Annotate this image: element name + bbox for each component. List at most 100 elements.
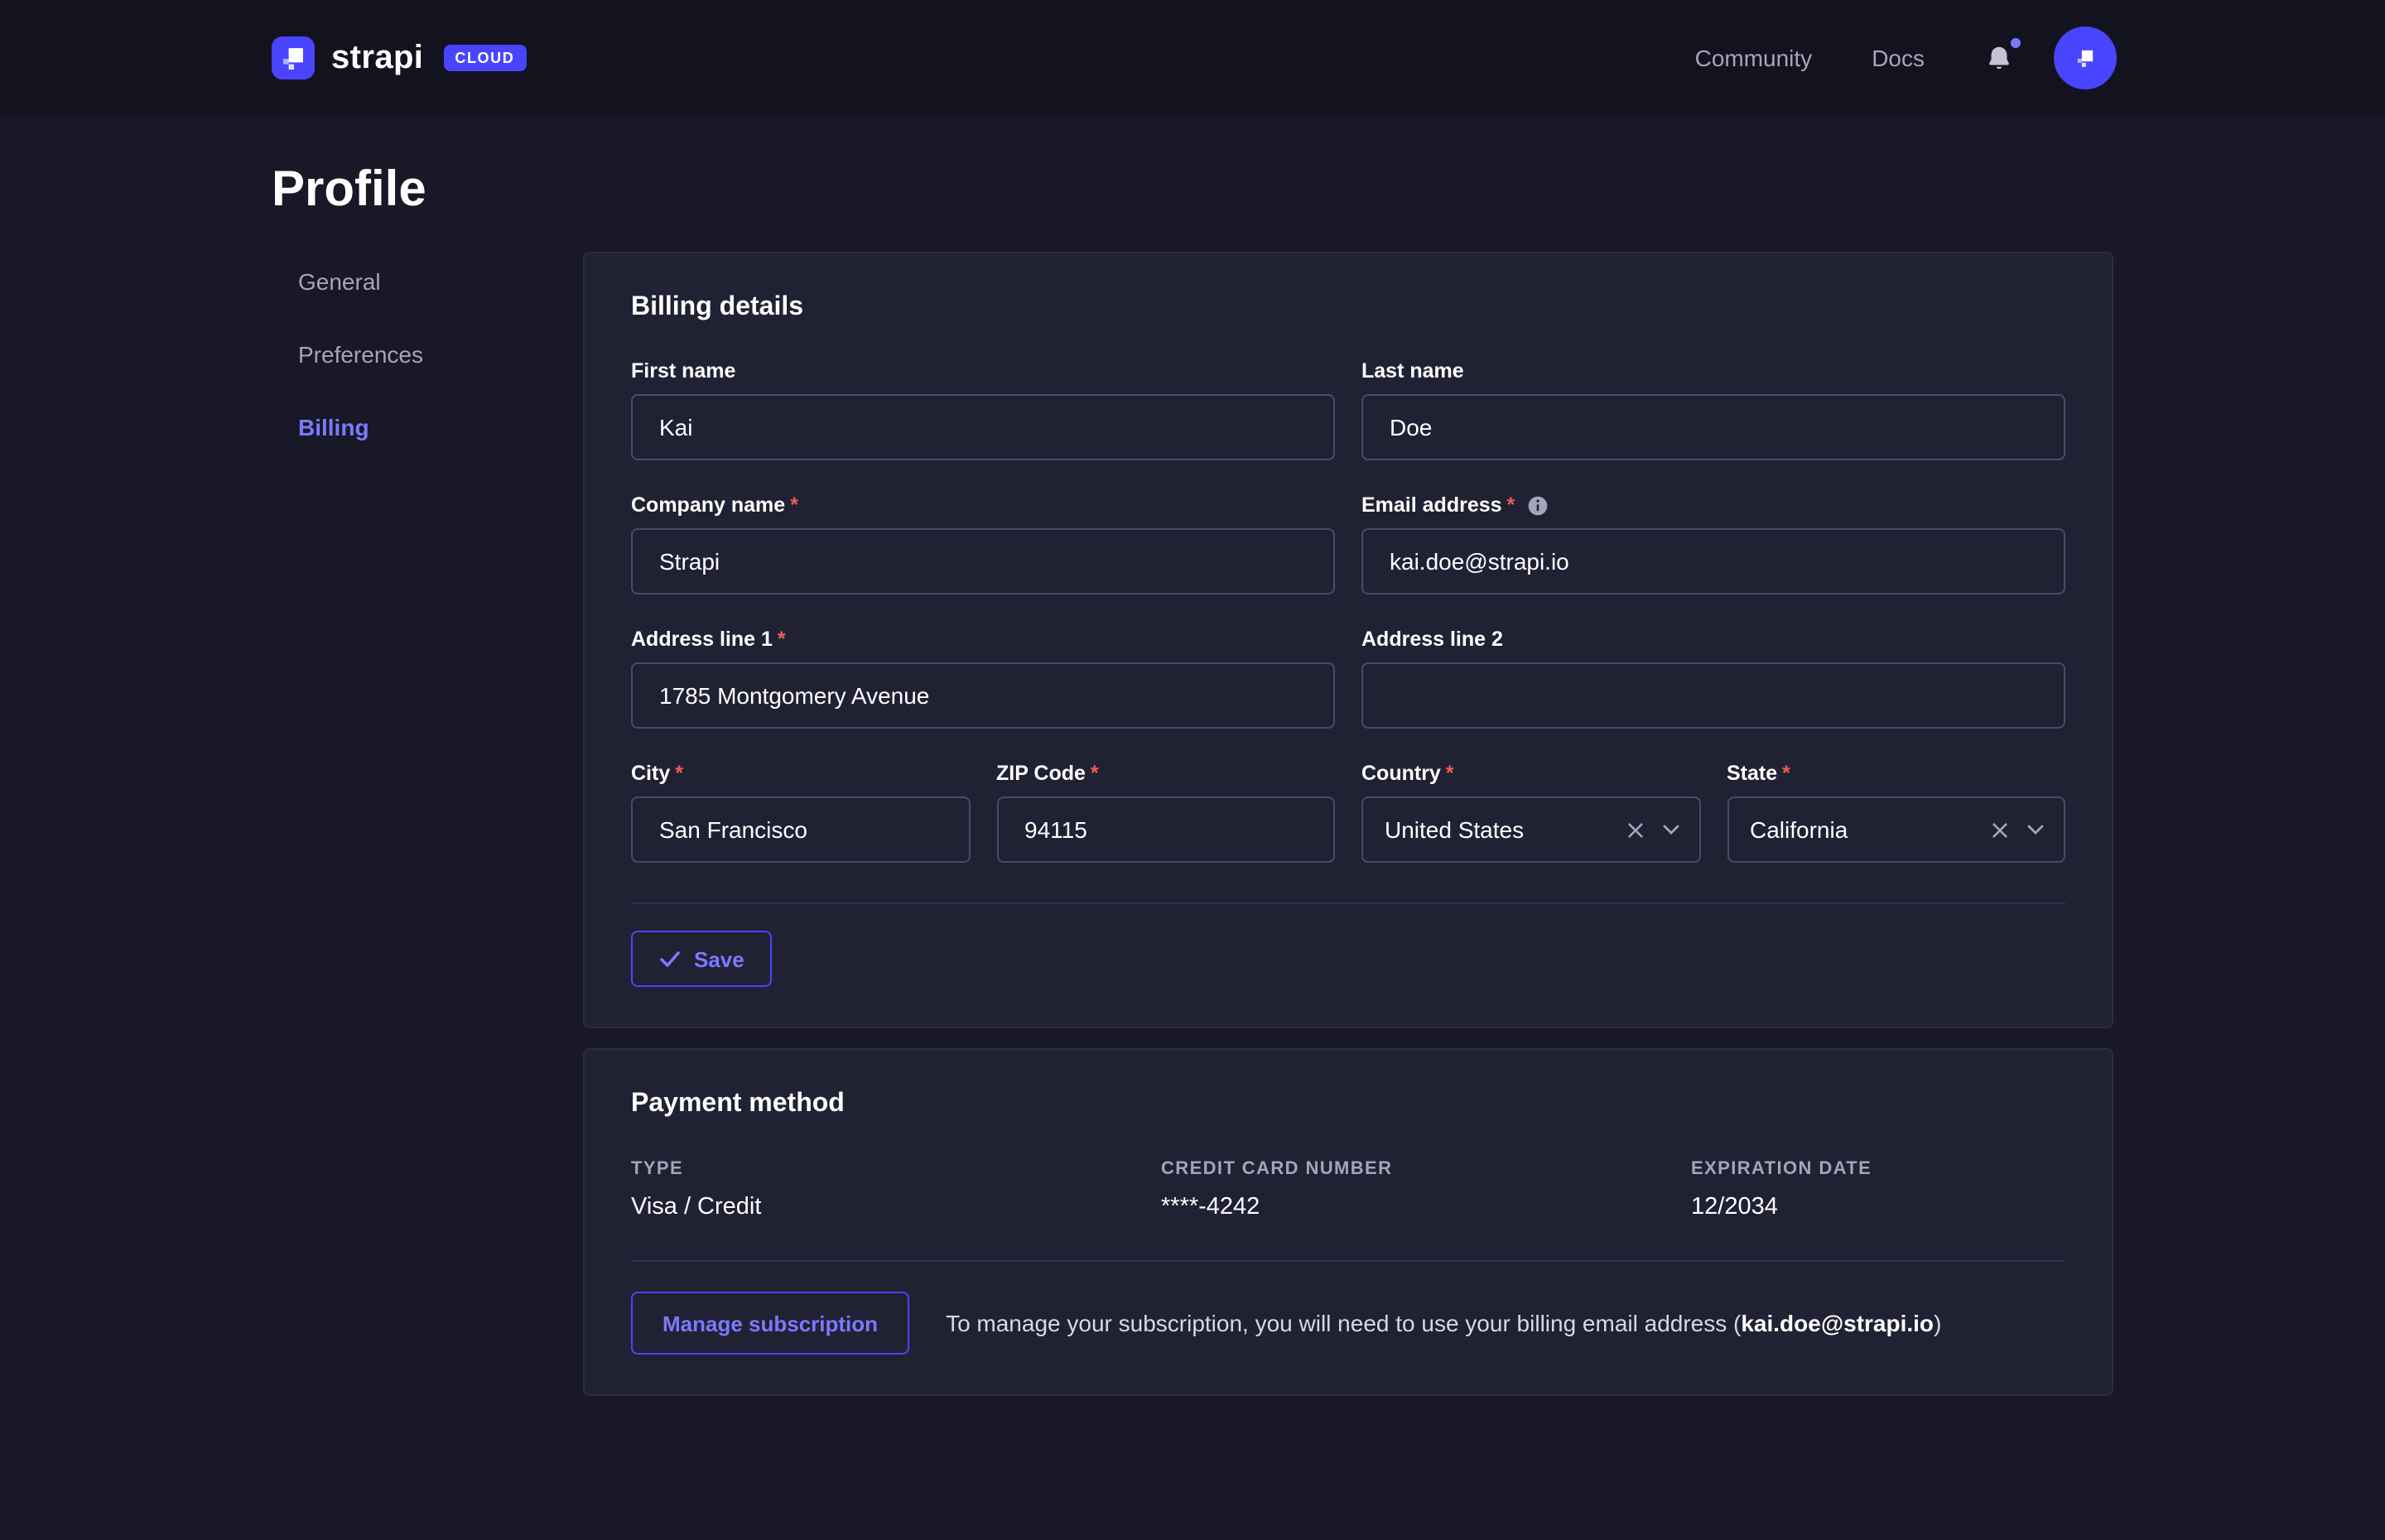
state-select-icons bbox=[1991, 821, 2044, 839]
required-asterisk: * bbox=[1091, 762, 1099, 785]
required-asterisk: * bbox=[778, 628, 786, 651]
required-asterisk: * bbox=[790, 493, 798, 517]
subscription-note-after: ) bbox=[1934, 1310, 1941, 1336]
required-asterisk: * bbox=[1507, 493, 1515, 517]
field-state: State* California bbox=[1727, 762, 2065, 863]
field-zip-code: ZIP Code* bbox=[996, 762, 1335, 863]
city-input[interactable] bbox=[631, 796, 970, 863]
payment-footer: Manage subscription To manage your subsc… bbox=[631, 1292, 2065, 1355]
last-name-input[interactable] bbox=[1361, 394, 2065, 460]
email-address-label-text: Email address bbox=[1361, 493, 1502, 517]
last-name-label: Last name bbox=[1361, 359, 2065, 383]
card-number-label: CREDIT CARD NUMBER bbox=[1161, 1159, 1691, 1179]
required-asterisk: * bbox=[1446, 762, 1454, 785]
first-name-label: First name bbox=[631, 359, 1335, 383]
chevron-down-icon[interactable] bbox=[1662, 825, 1679, 835]
city-label: City* bbox=[631, 762, 970, 785]
nav-link-docs[interactable]: Docs bbox=[1872, 45, 1925, 71]
country-label-text: Country bbox=[1361, 762, 1441, 785]
address-line-1-input[interactable] bbox=[631, 662, 1335, 729]
field-address-line-2: Address line 2 bbox=[1361, 628, 2065, 729]
bell-icon bbox=[1984, 42, 2014, 74]
address-line-1-label-text: Address line 1 bbox=[631, 628, 773, 651]
field-first-name: First name bbox=[631, 359, 1335, 460]
strapi-logo-icon bbox=[272, 36, 315, 79]
page-content: General Preferences Billing Billing deta… bbox=[272, 252, 2113, 1462]
field-company-name: Company name* bbox=[631, 493, 1335, 594]
required-asterisk: * bbox=[1782, 762, 1790, 785]
brand-name: strapi bbox=[331, 39, 423, 77]
country-select-icons bbox=[1626, 821, 1679, 839]
payment-method-card: Payment method TYPE Visa / Credit CREDIT… bbox=[583, 1048, 2113, 1396]
address-line-2-input[interactable] bbox=[1361, 662, 2065, 729]
brand[interactable]: strapi CLOUD bbox=[272, 36, 526, 79]
field-address-line-1: Address line 1* bbox=[631, 628, 1335, 729]
card-number-value: ****-4242 bbox=[1161, 1194, 1691, 1220]
email-address-label: Email address* bbox=[1361, 493, 2065, 517]
country-label: Country* bbox=[1361, 762, 1700, 785]
save-button-label: Save bbox=[694, 946, 744, 971]
address-line-2-label-text: Address line 2 bbox=[1361, 628, 1503, 651]
info-icon[interactable] bbox=[1526, 494, 1548, 516]
chevron-down-icon[interactable] bbox=[2027, 825, 2044, 835]
field-email-address: Email address* bbox=[1361, 493, 2065, 594]
first-name-input[interactable] bbox=[631, 394, 1335, 460]
subscription-note-before: To manage your subscription, you will ne… bbox=[946, 1310, 1741, 1336]
payment-card-number: CREDIT CARD NUMBER ****-4242 bbox=[1161, 1159, 1691, 1220]
notifications-button[interactable] bbox=[1981, 40, 2017, 76]
zip-code-input[interactable] bbox=[996, 796, 1335, 863]
clear-icon[interactable] bbox=[1626, 821, 1644, 839]
billing-details-card: Billing details First name Last name bbox=[583, 252, 2113, 1028]
app-viewport: strapi CLOUD Community Docs Profile bbox=[0, 0, 2385, 1540]
nav-link-community[interactable]: Community bbox=[1695, 45, 1813, 71]
sidebar-item-preferences[interactable]: Preferences bbox=[272, 341, 583, 368]
billing-form-divider bbox=[631, 902, 2065, 904]
profile-page: Profile General Preferences Billing Bill… bbox=[0, 162, 2385, 1462]
clear-icon[interactable] bbox=[1991, 821, 2009, 839]
page-title: Profile bbox=[272, 162, 2113, 219]
state-label: State* bbox=[1727, 762, 2065, 785]
email-address-input[interactable] bbox=[1361, 528, 2065, 594]
payment-info-grid: TYPE Visa / Credit CREDIT CARD NUMBER **… bbox=[631, 1159, 2065, 1220]
check-icon bbox=[659, 950, 681, 968]
country-select-value: United States bbox=[1385, 816, 1524, 843]
cloud-badge: CLOUD bbox=[443, 45, 526, 71]
sidebar-item-billing[interactable]: Billing bbox=[272, 414, 583, 440]
save-button[interactable]: Save bbox=[631, 931, 773, 987]
last-name-label-text: Last name bbox=[1361, 359, 1464, 383]
expiration-date-value: 12/2034 bbox=[1691, 1194, 2065, 1220]
company-name-label: Company name* bbox=[631, 493, 1335, 517]
avatar-strapi-icon bbox=[2069, 41, 2102, 75]
required-asterisk: * bbox=[675, 762, 683, 785]
state-label-text: State bbox=[1727, 762, 1777, 785]
country-select[interactable]: United States bbox=[1361, 796, 1700, 863]
manage-subscription-label: Manage subscription bbox=[662, 1311, 878, 1335]
payment-type-value: Visa / Credit bbox=[631, 1194, 1161, 1220]
payment-expiration: EXPIRATION DATE 12/2034 bbox=[1691, 1159, 2065, 1220]
company-name-input[interactable] bbox=[631, 528, 1335, 594]
notification-dot bbox=[2011, 38, 2021, 48]
expiration-date-label: EXPIRATION DATE bbox=[1691, 1159, 2065, 1179]
main-column: Billing details First name Last name bbox=[583, 252, 2113, 1462]
zip-code-label: ZIP Code* bbox=[996, 762, 1335, 785]
subscription-note-email: kai.doe@strapi.io bbox=[1741, 1310, 1934, 1336]
billing-details-title: Billing details bbox=[631, 293, 2065, 323]
state-select[interactable]: California bbox=[1727, 796, 2065, 863]
manage-subscription-button[interactable]: Manage subscription bbox=[631, 1292, 909, 1355]
zip-code-label-text: ZIP Code bbox=[996, 762, 1086, 785]
payment-divider bbox=[631, 1260, 2065, 1262]
state-select-value: California bbox=[1750, 816, 1848, 843]
sidebar-item-general[interactable]: General bbox=[272, 268, 583, 295]
payment-type-label: TYPE bbox=[631, 1159, 1161, 1179]
first-name-label-text: First name bbox=[631, 359, 735, 383]
user-avatar[interactable] bbox=[2054, 26, 2117, 89]
payment-method-title: Payment method bbox=[631, 1090, 2065, 1119]
top-navbar: strapi CLOUD Community Docs bbox=[0, 0, 2385, 116]
field-city: City* bbox=[631, 762, 970, 863]
billing-form: First name Last name Com bbox=[631, 359, 2065, 863]
subscription-note: To manage your subscription, you will ne… bbox=[946, 1310, 1941, 1336]
profile-sidebar: General Preferences Billing bbox=[272, 252, 583, 487]
field-country: Country* United States bbox=[1361, 762, 1700, 863]
address-line-2-label: Address line 2 bbox=[1361, 628, 2065, 651]
payment-type: TYPE Visa / Credit bbox=[631, 1159, 1161, 1220]
